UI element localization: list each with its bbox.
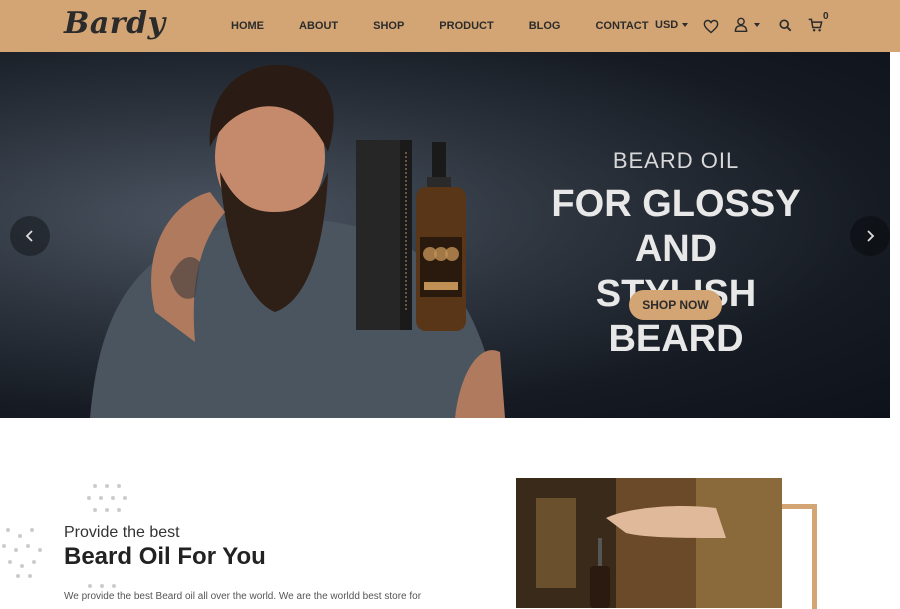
search-icon[interactable] bbox=[779, 19, 792, 37]
nav-about[interactable]: ABOUT bbox=[299, 20, 338, 32]
cart-count-badge: 0 bbox=[823, 11, 829, 22]
chevron-down-icon bbox=[754, 23, 760, 27]
chevron-right-icon bbox=[867, 230, 875, 242]
currency-selector[interactable]: USD bbox=[655, 19, 689, 31]
intro-section: Provide the best Beard Oil For You We pr… bbox=[0, 418, 900, 609]
chevron-left-icon bbox=[25, 230, 33, 242]
intro-subtitle: Provide the best bbox=[64, 524, 180, 541]
nav-blog[interactable]: BLOG bbox=[529, 20, 561, 32]
next-slide-button[interactable] bbox=[850, 216, 890, 256]
chevron-down-icon bbox=[682, 23, 689, 28]
currency-label: USD bbox=[655, 19, 679, 31]
nav-shop[interactable]: SHOP bbox=[373, 20, 404, 32]
main-nav: HOME ABOUT SHOP PRODUCT BLOG CONTACT bbox=[231, 0, 683, 52]
cart-button[interactable]: 0 bbox=[808, 11, 829, 38]
logo[interactable]: Bardy bbox=[64, 6, 166, 41]
user-menu[interactable] bbox=[734, 17, 760, 38]
header-tools: USD 0 bbox=[640, 0, 900, 52]
shop-now-button[interactable]: SHOP NOW bbox=[629, 290, 722, 320]
hero-image bbox=[90, 64, 505, 418]
nav-product[interactable]: PRODUCT bbox=[439, 20, 493, 32]
intro-text: We provide the best Beard oil all over t… bbox=[64, 591, 422, 602]
photo-frame bbox=[782, 504, 817, 609]
site-header: Bardy HOME ABOUT SHOP PRODUCT BLOG CONTA… bbox=[0, 0, 900, 52]
hero-title: FOR GLOSSY AND STYLISH BEARD bbox=[533, 182, 819, 362]
hero-subtitle: BEARD OIL bbox=[612, 148, 740, 173]
intro-title: Beard Oil For You bbox=[64, 543, 266, 570]
intro-photo bbox=[516, 478, 782, 608]
heart-icon[interactable] bbox=[703, 19, 719, 39]
prev-slide-button[interactable] bbox=[10, 216, 50, 256]
cart-icon bbox=[808, 18, 823, 32]
nav-home[interactable]: HOME bbox=[231, 20, 264, 32]
user-icon bbox=[734, 17, 748, 32]
hero-text: BEARD OIL FOR GLOSSY AND STYLISH BEARD bbox=[533, 148, 819, 362]
hero-title-line-1: FOR GLOSSY AND bbox=[551, 183, 801, 270]
hero-slider: BEARD OIL FOR GLOSSY AND STYLISH BEARD S… bbox=[0, 52, 890, 418]
